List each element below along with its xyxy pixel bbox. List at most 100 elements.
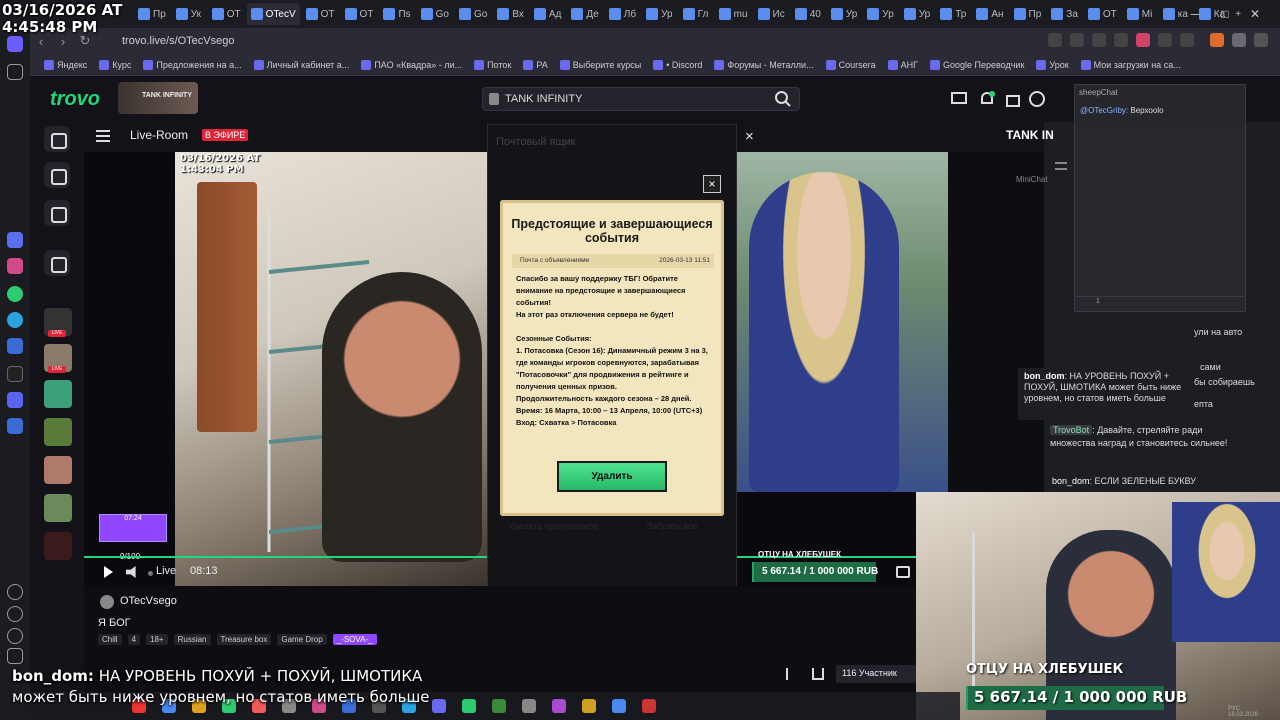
url-field[interactable]: trovo.live/s/OTecVsego [122,35,235,47]
star-icon[interactable] [7,64,23,80]
card-close-icon[interactable]: × [703,175,721,193]
channel-avatar[interactable] [44,532,72,560]
app-icon-2[interactable] [7,418,23,434]
cast-icon[interactable] [1114,33,1128,47]
browser-tab[interactable]: Ис [754,3,789,25]
search-input[interactable]: TANK INFINITY [482,87,800,111]
stream-tag[interactable]: Treasure box [216,634,272,645]
collapse-icon[interactable] [1055,162,1067,170]
chat-icon[interactable] [950,90,968,108]
maximize-button[interactable]: □ [1210,0,1240,28]
captions-icon[interactable] [896,566,910,578]
browser-tab[interactable]: ОТ [1084,3,1121,25]
taskbar-app-icon[interactable] [612,699,626,713]
hamburger-icon[interactable] [96,130,110,142]
play-icon[interactable] [104,566,113,578]
download-icon[interactable] [1180,33,1194,47]
browser-tab[interactable]: Ур [642,3,676,25]
clock-icon[interactable] [7,606,23,622]
taskbar-app-icon[interactable] [522,699,536,713]
participants-count[interactable]: 116 Участник [836,665,916,683]
claim-all-button[interactable]: Забрать все [618,521,726,539]
browser-tab[interactable]: Де [567,3,602,25]
bookmark-item[interactable]: Урок [1036,59,1069,70]
minimize-button[interactable]: ─ [1180,0,1210,28]
browser-tab[interactable]: Тр [936,3,970,25]
screenshot-icon[interactable] [1070,33,1084,47]
extension-icon[interactable] [1048,33,1062,47]
bookmark-item[interactable]: Мои загрузки на са... [1080,59,1181,70]
bookmark-item[interactable]: • Discord [653,59,702,70]
stream-tag[interactable]: Game Drop [277,634,327,645]
whatsapp-icon[interactable] [7,286,23,302]
extension-fox-icon[interactable] [1210,33,1224,47]
chat-user[interactable]: TrovoBot [1050,425,1093,435]
app-icon[interactable] [7,232,23,248]
browser-tab[interactable]: За [1047,3,1082,25]
browser-tab[interactable]: Ан [972,3,1007,25]
browser-tab[interactable]: Вх [493,3,528,25]
shield-icon[interactable] [1092,33,1106,47]
bookmark-item[interactable]: Выберите курсы [559,59,641,70]
browser-tab[interactable]: Пр [134,3,170,25]
telegram-icon[interactable] [7,312,23,328]
stream-tag[interactable]: Chill [98,634,122,645]
browser-tab[interactable]: Go [455,3,491,25]
bookmarks-icon[interactable] [1158,33,1172,47]
profile-icon[interactable] [44,126,70,152]
bookmark-item[interactable]: Форумы - Металли... [714,59,814,70]
browser-tab[interactable]: ОТ [302,3,339,25]
browser-tab[interactable]: ОТ [208,3,245,25]
stream-tag[interactable]: 18+ [146,634,168,645]
gear-icon[interactable] [7,628,23,644]
browser-tab[interactable]: Go [417,3,453,25]
channel-avatar[interactable] [44,456,72,484]
taskbar-app-icon[interactable] [492,699,506,713]
streamer-name[interactable]: OTecVsego [120,595,177,607]
video-icon[interactable] [44,162,70,188]
search-icon[interactable] [774,90,792,108]
share-icon[interactable] [812,668,824,680]
taskbar-app-icon[interactable] [642,699,656,713]
stream-tag[interactable]: Russian [173,634,211,645]
mail-icon[interactable] [7,258,23,274]
browser-tab[interactable]: Лб [605,3,640,25]
browser-tab[interactable]: Ур [900,3,934,25]
delete-button[interactable]: Удалить [557,461,667,492]
streamer-avatar[interactable] [100,595,114,609]
following-icon[interactable] [44,250,70,276]
bookmark-item[interactable]: ПАО «Квадра» - ли... [361,59,462,70]
trovo-logo[interactable]: trovo [50,88,100,111]
delete-read-button[interactable]: Удалить прочитанное [499,521,607,539]
bookmark-item[interactable]: АНГ [887,59,918,70]
bookmark-item[interactable]: Предложения на а... [143,59,242,70]
notification-icon[interactable] [978,90,996,108]
bookmark-item[interactable]: РА [523,59,548,70]
channel-avatar[interactable] [44,380,72,408]
bookmark-item[interactable]: Coursera [825,59,876,70]
browser-tab[interactable]: OTecV [246,3,300,25]
stream-tag[interactable]: 4 [127,634,141,645]
bookmark-item[interactable]: Поток [474,59,511,70]
channel-avatar[interactable] [44,418,72,446]
taskbar-app-icon[interactable] [582,699,596,713]
browser-tab[interactable]: Ад [530,3,566,25]
browser-tab[interactable]: Ур [827,3,861,25]
heart-icon[interactable] [1136,33,1150,47]
browser-tab[interactable]: Гл [679,3,713,25]
browser-tab[interactable]: mu [715,3,752,25]
bookmark-item[interactable]: Яндекс [44,59,87,70]
volume-icon[interactable] [126,566,136,578]
taskbar-app-icon[interactable] [432,699,446,713]
globe-icon[interactable] [1028,90,1046,108]
taskbar-app-icon[interactable] [552,699,566,713]
home-icon[interactable] [7,36,23,52]
flag-icon[interactable] [786,668,796,680]
discord-icon[interactable] [7,392,23,408]
heart-outline-icon[interactable] [7,584,23,600]
explore-icon[interactable] [44,200,70,226]
browser-tab[interactable]: ОТ [341,3,378,25]
browser-tab[interactable]: 40 [791,3,825,25]
menu-icon[interactable] [1254,33,1268,47]
gift-icon[interactable] [1004,90,1022,108]
